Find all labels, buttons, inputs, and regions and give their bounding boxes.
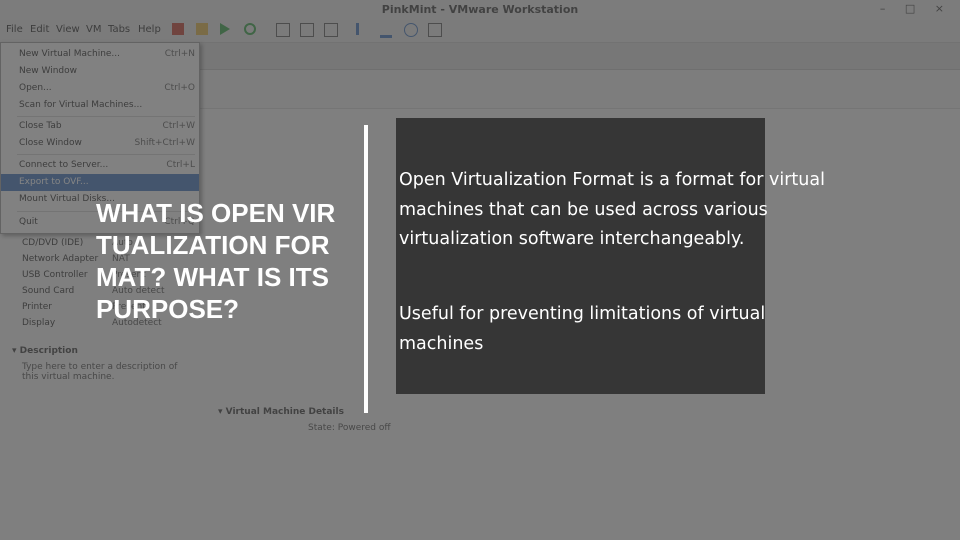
details-heading[interactable]: ▾ Virtual Machine Details	[218, 407, 344, 417]
menu-item-new-window[interactable]: New Window	[1, 63, 199, 80]
menu-item-open[interactable]: Open... Ctrl+O	[1, 80, 199, 97]
menu-separator	[17, 116, 195, 117]
description-heading[interactable]: ▾ Description	[12, 346, 78, 356]
device-cd[interactable]: CD/DVD (IDE)	[22, 238, 83, 248]
window-title: PinkMint - VMware Workstation	[381, 3, 579, 16]
device-usb[interactable]: USB Controller	[22, 270, 88, 280]
description-text[interactable]: Type here to enter a description of this…	[22, 362, 182, 382]
manage-snapshots-icon[interactable]	[324, 23, 338, 37]
menu-file[interactable]: File	[6, 24, 23, 35]
device-printer[interactable]: Printer	[22, 302, 52, 312]
stop-icon[interactable]	[172, 23, 184, 35]
details-state: State: Powered off	[308, 423, 391, 433]
window-controls[interactable]: – □ ×	[880, 2, 952, 15]
menu-item-export-ovf[interactable]: Export to OVF...	[1, 174, 199, 191]
purpose-paragraph: Useful for preventing limitations of vir…	[399, 304, 766, 354]
sidebar-toggle-icon[interactable]	[356, 23, 371, 35]
menu-item-close-tab[interactable]: Close Tab Ctrl+W	[1, 118, 199, 135]
menu-help[interactable]: Help	[138, 24, 161, 35]
menu-item-connect-server[interactable]: Connect to Server... Ctrl+L	[1, 157, 199, 174]
suspend-icon[interactable]	[196, 23, 208, 35]
menu-item-scan[interactable]: Scan for Virtual Machines...	[1, 97, 199, 114]
window-titlebar: PinkMint - VMware Workstation – □ ×	[0, 0, 960, 21]
device-sound[interactable]: Sound Card	[22, 286, 74, 296]
slide-title: WHAT IS OPEN VIRTUALIZATION FORMAT? WHAT…	[96, 198, 336, 324]
menu-item-new-vm[interactable]: New Virtual Machine... Ctrl+N	[1, 46, 199, 63]
definition-paragraph: Open Virtualization Format is a format f…	[399, 170, 825, 249]
vertical-divider	[364, 125, 368, 413]
menu-edit[interactable]: Edit	[30, 24, 49, 35]
device-network[interactable]: Network Adapter	[22, 254, 98, 264]
unity-icon[interactable]	[428, 23, 442, 37]
console-view-icon[interactable]	[380, 23, 392, 38]
menu-vm[interactable]: VM	[86, 24, 101, 35]
revert-icon[interactable]	[300, 23, 314, 37]
snapshot-icon[interactable]	[276, 23, 290, 37]
menu-item-close-window[interactable]: Close Window Shift+Ctrl+W	[1, 135, 199, 152]
play-icon[interactable]	[220, 23, 230, 35]
fullscreen-icon[interactable]	[404, 23, 418, 37]
reset-icon[interactable]	[244, 23, 256, 35]
menu-view[interactable]: View	[56, 24, 80, 35]
device-display[interactable]: Display	[22, 318, 55, 328]
menu-separator	[17, 154, 195, 155]
menu-tabs[interactable]: Tabs	[108, 24, 130, 35]
menubar: File Edit View VM Tabs Help	[0, 20, 960, 43]
